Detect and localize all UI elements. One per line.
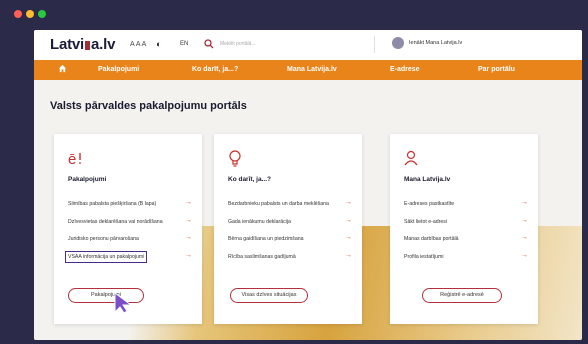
search-input[interactable]: Meklēt portālā... (198, 36, 375, 53)
list-item-highlighted[interactable]: VSAA informācija un pakalpojumi → (64, 250, 192, 269)
arrow-right-icon: → (345, 216, 352, 224)
window-controls (14, 10, 46, 18)
close-dot[interactable] (14, 10, 22, 18)
svg-text:ē: ē (68, 151, 76, 168)
nav-item-pakalpojumi[interactable]: Pakalpojumi (98, 66, 139, 73)
avatar-icon (392, 37, 404, 49)
site-header: Latvi a.lv A A A ◐ EN Meklēt portālā... I… (34, 30, 582, 60)
lightbulb-icon (229, 150, 241, 167)
user-icon (404, 150, 418, 166)
list-item[interactable]: Bezdarbnieku pabalsts un darba meklēšana… (228, 198, 352, 216)
e-service-icon: ē (68, 151, 81, 168)
list-item[interactable]: Rīcība saslimšanas gadījumā → (228, 251, 352, 269)
arrow-right-icon: → (185, 251, 192, 259)
arrow-right-icon: → (345, 251, 352, 259)
list-item[interactable]: Manas darbības portālā → (404, 233, 528, 251)
nav-item-mana-latvija[interactable]: Mana Latvija.lv (287, 66, 337, 73)
list-item[interactable]: Bērna gaidīšana un piedzimšana → (228, 233, 352, 251)
arrow-right-icon: → (345, 234, 352, 241)
card-links: Slimības pabalsta piešķiršana (B lapa) → … (64, 198, 192, 269)
main-nav: Pakalpojumi Ko darīt, ja...? Mana Latvij… (34, 60, 582, 80)
arrow-right-icon: → (185, 234, 192, 241)
flag-icon (85, 41, 91, 50)
login-label: Ienākt Mana Latvija.lv (409, 40, 463, 46)
minimize-dot[interactable] (26, 10, 34, 18)
card-button[interactable]: Reģistrē e-adresē (422, 288, 502, 303)
arrow-right-icon: → (521, 216, 528, 224)
arrow-right-icon: → (185, 216, 192, 224)
arrow-right-icon: → (521, 234, 528, 241)
list-item[interactable]: E-adreses pastkastīte → (404, 198, 528, 216)
contrast-icon[interactable]: ◐ (156, 39, 161, 49)
mouse-cursor-icon (114, 292, 133, 314)
site-logo[interactable]: Latvi a.lv (50, 36, 115, 53)
font-size-toggle[interactable]: A A A (130, 41, 146, 48)
browser-viewport: Latvi a.lv A A A ◐ EN Meklēt portālā... I… (34, 30, 582, 340)
page-title: Valsts pārvaldes pakalpojumu portāls (50, 100, 247, 112)
list-item[interactable]: Profila iestatījumi → (404, 251, 528, 269)
card-title: Pakalpojumi (68, 176, 107, 183)
list-item[interactable]: Sākt lietot e-adresi → (404, 216, 528, 234)
list-item[interactable]: Dzīvesvietas deklarēšana vai norādīšana → (68, 216, 192, 234)
nav-item-e-adrese[interactable]: E-adrese (390, 66, 420, 73)
nav-item-ko-darit[interactable]: Ko darīt, ja...? (192, 66, 238, 73)
list-item[interactable]: Gada ienākumu deklarācija → (228, 216, 352, 234)
card-title: Mana Latvija.lv (404, 176, 451, 183)
search-icon (204, 39, 214, 49)
language-switch[interactable]: EN (180, 41, 188, 47)
arrow-right-icon: → (521, 199, 528, 206)
arrow-right-icon: → (345, 199, 352, 206)
arrow-right-icon: → (521, 251, 528, 259)
card-title: Ko darīt, ja...? (228, 176, 271, 183)
home-icon[interactable] (58, 64, 67, 73)
card-ko-darit: Ko darīt, ja...? Bezdarbnieku pabalsts u… (214, 134, 362, 324)
card-links: E-adreses pastkastīte → Sākt lietot e-adr… (404, 198, 528, 268)
card-button[interactable]: Visas dzīves situācijas (230, 288, 308, 303)
arrow-right-icon: → (185, 199, 192, 206)
list-item[interactable]: Slimības pabalsta piešķiršana (B lapa) → (68, 198, 192, 216)
card-mana-latvija: Mana Latvija.lv E-adreses pastkastīte → S… (390, 134, 538, 324)
search-placeholder: Meklēt portālā... (220, 41, 256, 47)
maximize-dot[interactable] (38, 10, 46, 18)
list-item[interactable]: Juridisko personu pārvarošana → (68, 233, 192, 251)
nav-item-par-portalu[interactable]: Par portālu (478, 66, 515, 73)
card-links: Bezdarbnieku pabalsts un darba meklēšana… (228, 198, 352, 268)
